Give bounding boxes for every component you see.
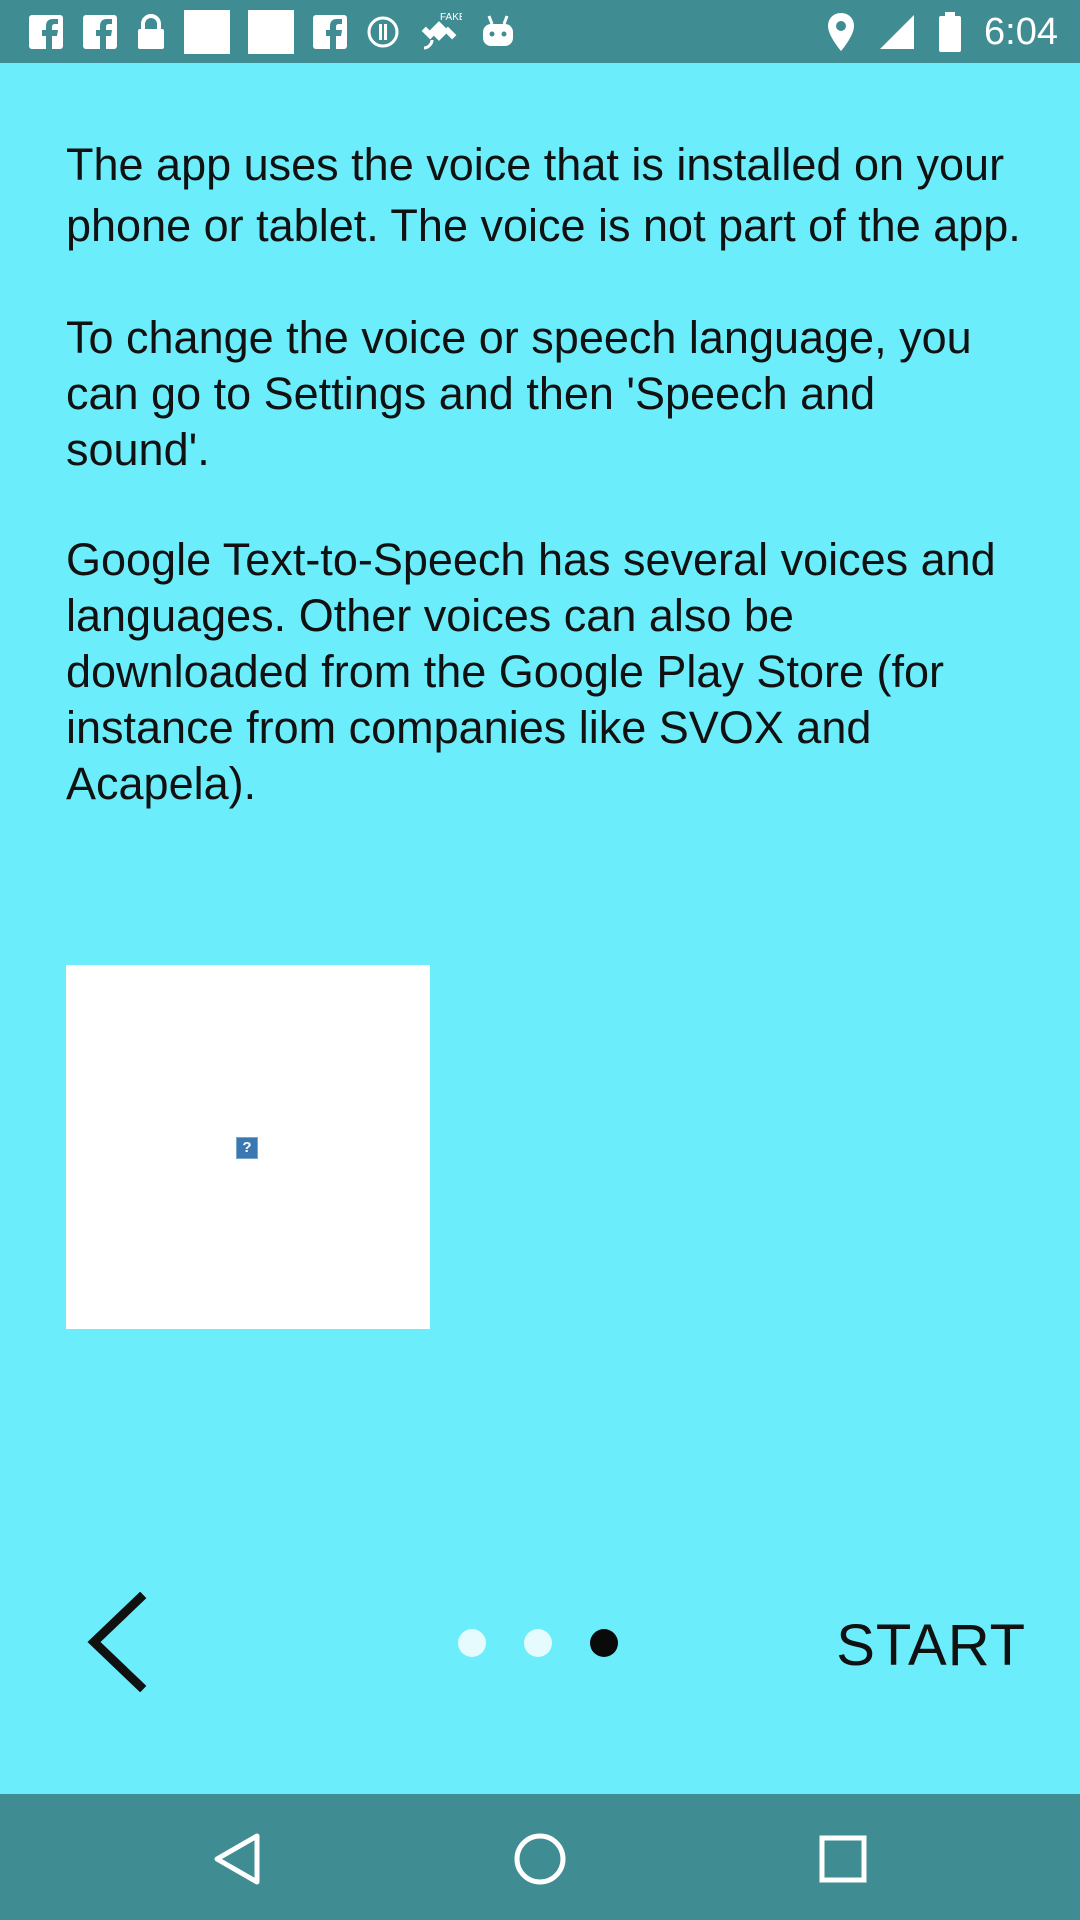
signal-icon [880, 15, 915, 49]
nav-back-icon[interactable] [203, 1824, 273, 1894]
paragraph-tts-info: Google Text-to-Speech has several voices… [66, 534, 996, 809]
battery-icon [939, 12, 962, 52]
page-indicator [458, 1628, 618, 1658]
info-icon [367, 16, 399, 48]
fake-gps-icon: FAKE [421, 12, 462, 50]
page-dot-2 [524, 1629, 552, 1657]
facebook-icon [83, 15, 117, 50]
paragraph-voice-info: The app uses the voice that is installed… [66, 139, 1021, 251]
page-dot-3-active [590, 1629, 618, 1657]
broken-image-icon: ? [236, 1137, 258, 1159]
status-bar: FAKE 6:04 [0, 0, 1080, 63]
android-icon [483, 15, 513, 46]
back-button[interactable] [84, 1591, 154, 1693]
paragraph-change-voice: To change the voice or speech language, … [66, 312, 972, 475]
status-time: 6:04 [984, 10, 1058, 53]
image-icon [248, 10, 294, 54]
navigation-bar [0, 1794, 1080, 1920]
start-button[interactable]: START [836, 1612, 1026, 1679]
nav-home-icon[interactable] [505, 1824, 575, 1894]
lock-icon [138, 14, 164, 49]
image-icon [184, 10, 230, 54]
facebook-icon [313, 15, 347, 50]
svg-text:FAKE: FAKE [440, 12, 462, 23]
notification-icons: FAKE [28, 10, 516, 54]
location-icon [828, 13, 855, 51]
chevron-left-icon [87, 1591, 147, 1693]
facebook-icon [29, 15, 63, 50]
page-dot-1 [458, 1629, 486, 1657]
system-icons: 6:04 [826, 8, 1058, 56]
nav-recents-icon[interactable] [808, 1824, 878, 1894]
info-text: The app uses the voice that is installed… [66, 134, 1026, 812]
image-placeholder: ? [66, 965, 430, 1329]
